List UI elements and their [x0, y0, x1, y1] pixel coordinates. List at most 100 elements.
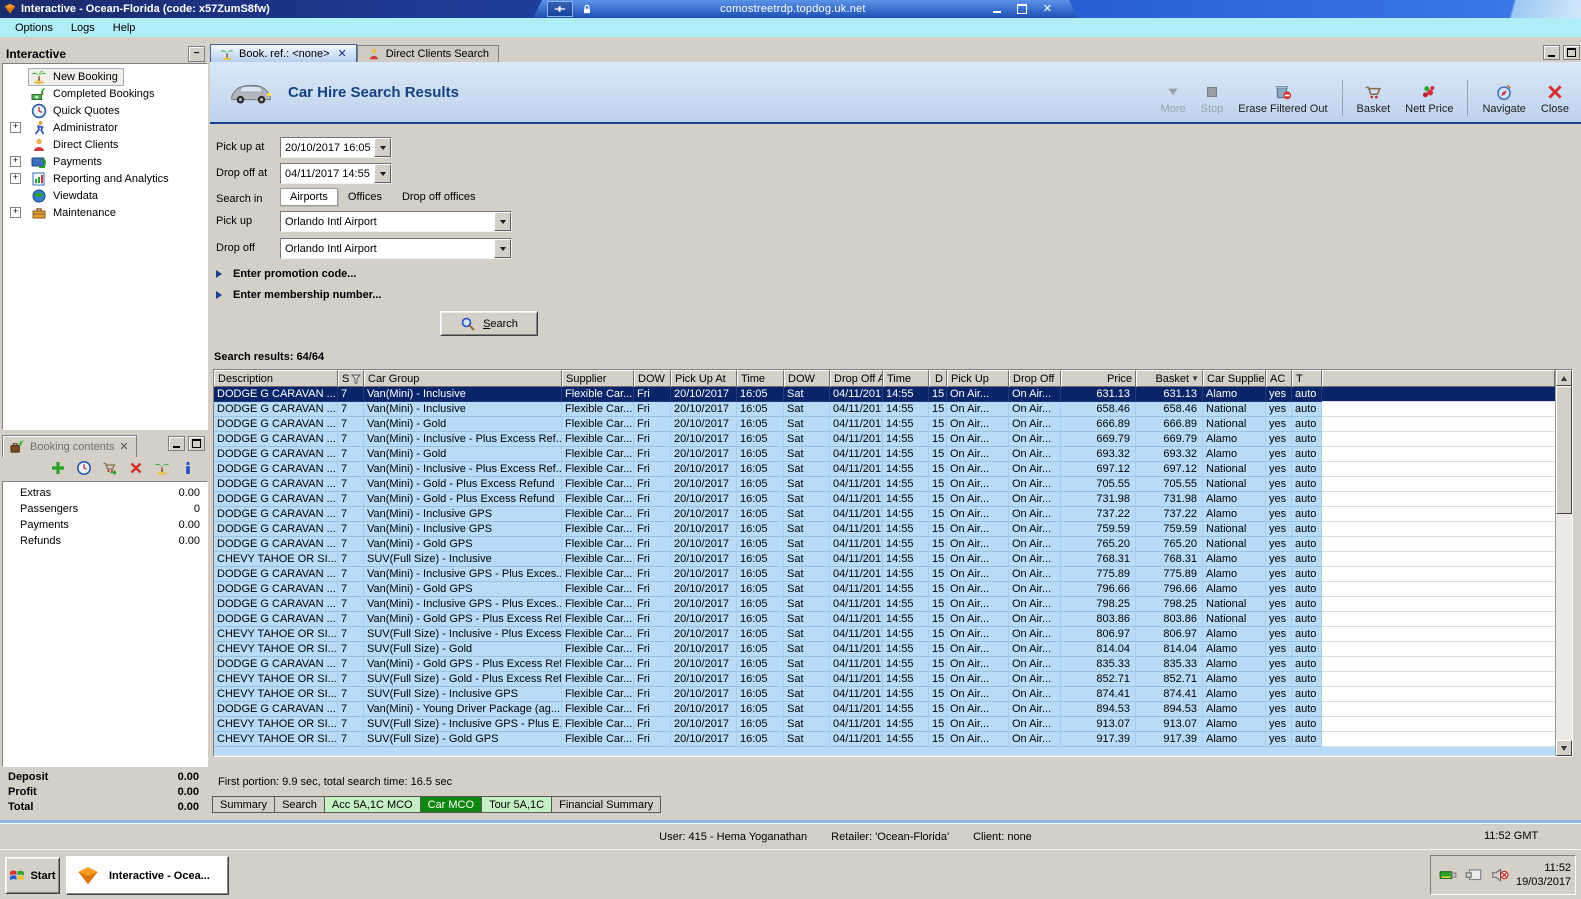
bottom-tab-acc-5a-1c-mco[interactable]: Acc 5A,1C MCO: [323, 796, 421, 813]
table-row[interactable]: DODGE G CARAVAN ... 7 Van(Mini) - Gold - P…: [214, 477, 1555, 492]
sidebar-item-direct-clients[interactable]: +Direct Clients: [3, 136, 207, 153]
column-header-car-supplier[interactable]: Car Supplier: [1203, 370, 1266, 387]
dropdown-arrow-icon[interactable]: [374, 164, 391, 183]
table-row[interactable]: CHEVY TAHOE OR SI... 7 SUV(Full Size) - Go…: [214, 732, 1555, 747]
rdp-restore-icon[interactable]: [1016, 4, 1027, 14]
drop-off-combobox[interactable]: Orlando Intl Airport: [280, 238, 512, 259]
table-row[interactable]: DODGE G CARAVAN ... 7 Van(Mini) - Gold - P…: [214, 492, 1555, 507]
bottom-tab-financial-summary[interactable]: Financial Summary: [551, 796, 662, 813]
tab-direct-clients-search[interactable]: Direct Clients Search: [356, 45, 500, 62]
table-row[interactable]: CHEVY TAHOE OR SI... 7 SUV(Full Size) - In…: [214, 627, 1555, 642]
volume-muted-icon[interactable]: [1490, 866, 1510, 884]
table-row[interactable]: DODGE G CARAVAN ... 7 Van(Mini) - Young Dr…: [214, 702, 1555, 717]
sidebar-item-maintenance[interactable]: + Maintenance: [3, 204, 207, 221]
expand-plus-icon[interactable]: +: [10, 122, 21, 133]
column-header-drop-off-at[interactable]: Drop Off At: [830, 370, 883, 387]
expand-plus-icon[interactable]: +: [10, 156, 21, 167]
booking-contents-tab[interactable]: Booking contents ✕: [2, 435, 137, 457]
table-row[interactable]: DODGE G CARAVAN ... 7 Van(Mini) - Inclusiv…: [214, 597, 1555, 612]
bc-move-to-basket-button[interactable]: [102, 460, 118, 479]
expand-plus-icon[interactable]: +: [10, 207, 21, 218]
bottom-tab-search[interactable]: Search: [274, 796, 325, 813]
menu-options[interactable]: Options: [6, 20, 62, 36]
sidebar-collapse-button[interactable]: −: [188, 45, 205, 62]
bc-item-passengers[interactable]: Passengers 0: [3, 501, 207, 517]
table-row[interactable]: DODGE G CARAVAN ... 7 Van(Mini) - Inclusiv…: [214, 507, 1555, 522]
table-row[interactable]: CHEVY TAHOE OR SI... 7 SUV(Full Size) - Go…: [214, 672, 1555, 687]
bc-item-refunds[interactable]: Refunds 0.00: [3, 533, 207, 549]
menu-logs[interactable]: Logs: [62, 20, 104, 36]
table-row[interactable]: CHEVY TAHOE OR SI... 7 SUV(Full Size) - In…: [214, 552, 1555, 567]
column-header-time[interactable]: Time: [737, 370, 784, 387]
sidebar-item-new-booking[interactable]: +New Booking: [3, 67, 207, 86]
bottom-tab-tour-5a-1c[interactable]: Tour 5A,1C: [481, 796, 553, 813]
taskbar-task-button[interactable]: Interactive - Ocea...: [66, 856, 229, 895]
search-in-airports[interactable]: Airports: [280, 188, 338, 206]
expand-plus-icon[interactable]: +: [10, 173, 21, 184]
dropdown-arrow-icon[interactable]: [494, 239, 511, 258]
bc-item-extras[interactable]: Extras 0.00: [3, 485, 207, 501]
toolbar-nett-price-button[interactable]: Nett Price: [1399, 81, 1459, 117]
table-row[interactable]: DODGE G CARAVAN ... 7 Van(Mini) - Inclusiv…: [214, 522, 1555, 537]
column-header-dow[interactable]: DOW: [634, 370, 671, 387]
column-header-supplier[interactable]: Supplier: [562, 370, 634, 387]
device-icon[interactable]: [1464, 866, 1484, 884]
sidebar-item-payments[interactable]: + Payments: [3, 153, 207, 170]
table-row[interactable]: DODGE G CARAVAN ... 7 Van(Mini) - Inclusiv…: [214, 432, 1555, 447]
bottom-tab-summary[interactable]: Summary: [212, 796, 276, 813]
column-header-pick-up[interactable]: Pick Up: [947, 370, 1009, 387]
vertical-scrollbar[interactable]: [1555, 370, 1572, 756]
sidebar-item-reporting-and-analytics[interactable]: + Reporting and Analytics: [3, 170, 207, 187]
column-header-s[interactable]: S: [338, 370, 364, 387]
sidebar-item-completed-bookings[interactable]: +Completed Bookings: [3, 85, 207, 102]
drop-off-at-combobox[interactable]: 04/11/2017 14:55: [280, 163, 392, 184]
promotion-code-toggle[interactable]: Enter promotion code...: [216, 268, 356, 280]
table-row[interactable]: DODGE G CARAVAN ... 7 Van(Mini) - Inclusiv…: [214, 462, 1555, 477]
pick-up-combobox[interactable]: Orlando Intl Airport: [280, 211, 512, 232]
table-row[interactable]: DODGE G CARAVAN ... 7 Van(Mini) - Gold Flex…: [214, 447, 1555, 462]
column-header-time[interactable]: Time: [883, 370, 929, 387]
table-row[interactable]: DODGE G CARAVAN ... 7 Van(Mini) - Gold Flex…: [214, 417, 1555, 432]
bc-info-button[interactable]: [180, 460, 196, 479]
toolbar-basket-button[interactable]: Basket: [1351, 81, 1397, 117]
table-row[interactable]: DODGE G CARAVAN ... 7 Van(Mini) - Inclusiv…: [214, 387, 1555, 402]
rdp-pin-button[interactable]: [547, 1, 573, 17]
scrollbar-track[interactable]: [1556, 514, 1572, 740]
rdp-connection-bar[interactable]: comostreetrdp.topdog.uk.net ✕: [533, 0, 1078, 18]
membership-number-toggle[interactable]: Enter membership number...: [216, 289, 382, 301]
bc-delete-button[interactable]: [128, 460, 144, 479]
table-row[interactable]: CHEVY TAHOE OR SI... 7 SUV(Full Size) - Go…: [214, 642, 1555, 657]
start-button[interactable]: Start: [5, 857, 60, 894]
close-panel-icon[interactable]: ✕: [119, 440, 128, 453]
dropdown-arrow-icon[interactable]: [374, 138, 391, 157]
scroll-down-icon[interactable]: [1556, 740, 1572, 756]
column-header-dow[interactable]: DOW: [784, 370, 830, 387]
panel-maximize-button[interactable]: [188, 436, 205, 451]
column-header-price[interactable]: Price: [1061, 370, 1136, 387]
column-header-description[interactable]: Description: [214, 370, 338, 387]
column-header-drop-off[interactable]: Drop Off: [1009, 370, 1061, 387]
scroll-up-icon[interactable]: [1556, 370, 1572, 386]
doc-restore-button[interactable]: [1563, 45, 1580, 60]
table-row[interactable]: DODGE G CARAVAN ... 7 Van(Mini) - Inclusiv…: [214, 567, 1555, 582]
toolbar-navigate-button[interactable]: Navigate: [1476, 81, 1531, 117]
table-row[interactable]: DODGE G CARAVAN ... 7 Van(Mini) - Inclusiv…: [214, 402, 1555, 417]
column-header-pick-up-at[interactable]: Pick Up At: [671, 370, 737, 387]
scrollbar-thumb[interactable]: [1556, 386, 1572, 514]
toolbar-close-button[interactable]: Close: [1535, 81, 1575, 117]
sidebar-item-quick-quotes[interactable]: +Quick Quotes: [3, 102, 207, 119]
table-row-partial[interactable]: [214, 747, 1555, 756]
column-header-car-group[interactable]: Car Group: [364, 370, 562, 387]
column-header-d[interactable]: D: [929, 370, 947, 387]
search-in-offices[interactable]: Offices: [338, 188, 392, 206]
pick-up-at-combobox[interactable]: 20/10/2017 16:05: [280, 137, 392, 158]
sidebar-item-viewdata[interactable]: +Viewdata: [3, 187, 207, 204]
sidebar-item-administrator[interactable]: + Administrator: [3, 119, 207, 136]
table-row[interactable]: DODGE G CARAVAN ... 7 Van(Mini) - Gold GPS…: [214, 657, 1555, 672]
search-in-drop-off-offices[interactable]: Drop off offices: [392, 188, 486, 206]
network-icon[interactable]: [1438, 866, 1458, 884]
table-row[interactable]: CHEVY TAHOE OR SI... 7 SUV(Full Size) - In…: [214, 687, 1555, 702]
doc-minimize-button[interactable]: [1543, 45, 1560, 60]
column-header-ac[interactable]: AC: [1266, 370, 1292, 387]
table-row[interactable]: DODGE G CARAVAN ... 7 Van(Mini) - Gold GPS…: [214, 612, 1555, 627]
